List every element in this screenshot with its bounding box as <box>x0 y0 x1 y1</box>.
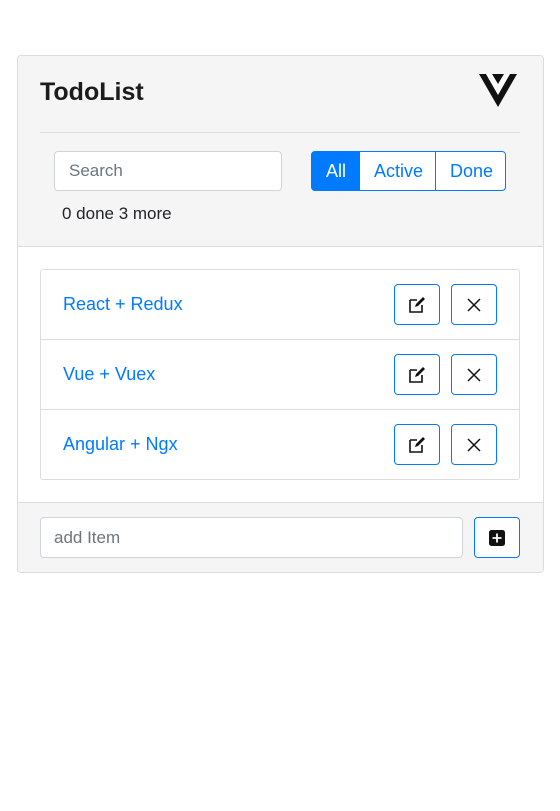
filter-done-button[interactable]: Done <box>435 151 506 191</box>
edit-button[interactable] <box>394 354 440 395</box>
add-item-button[interactable] <box>474 517 520 558</box>
list-item: Angular + Ngx <box>40 409 520 480</box>
vue-logo-icon <box>479 74 517 107</box>
delete-button[interactable] <box>451 424 497 465</box>
edit-icon <box>409 366 425 383</box>
todo-label[interactable]: Vue + Vuex <box>63 364 155 385</box>
filter-active-button[interactable]: Active <box>359 151 436 191</box>
search-input[interactable] <box>54 151 282 191</box>
add-item-input[interactable] <box>40 517 463 558</box>
app-title: TodoList <box>40 78 144 106</box>
edit-icon <box>409 296 425 313</box>
edit-icon <box>409 436 425 453</box>
delete-button[interactable] <box>451 284 497 325</box>
todo-label[interactable]: Angular + Ngx <box>63 434 178 455</box>
close-icon <box>467 437 481 452</box>
list-item: React + Redux <box>40 269 520 340</box>
filter-all-button[interactable]: All <box>311 151 360 191</box>
todo-label[interactable]: React + Redux <box>63 294 183 315</box>
status-summary: 0 done 3 more <box>62 204 172 223</box>
close-icon <box>467 297 481 312</box>
card-footer <box>18 502 543 572</box>
delete-button[interactable] <box>451 354 497 395</box>
card-header: TodoList All Active Done 0 done 3 more <box>18 56 543 247</box>
todo-card: TodoList All Active Done 0 done 3 more R… <box>17 55 544 573</box>
todo-list: React + Redux Vue + Vuex Angular + Ngx <box>40 269 520 480</box>
plus-square-icon <box>489 529 505 546</box>
edit-button[interactable] <box>394 284 440 325</box>
close-icon <box>467 367 481 382</box>
list-item: Vue + Vuex <box>40 339 520 410</box>
header-divider <box>40 132 520 133</box>
filter-button-group: All Active Done <box>311 151 506 191</box>
edit-button[interactable] <box>394 424 440 465</box>
